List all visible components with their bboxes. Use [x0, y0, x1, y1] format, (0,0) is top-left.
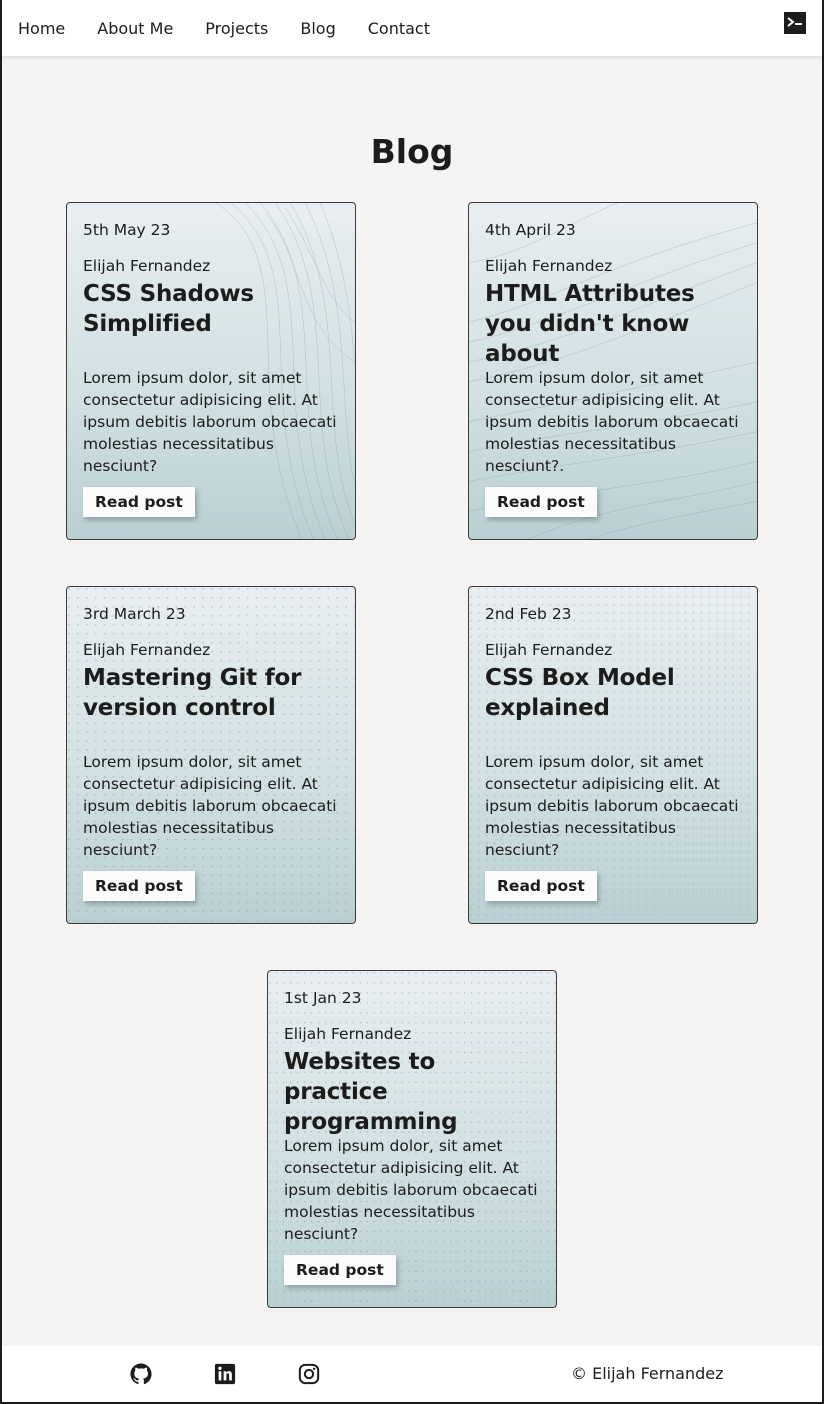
post-excerpt: Lorem ipsum dolor, sit amet consectetur … [284, 1137, 538, 1243]
read-post-button[interactable]: Read post [284, 1255, 396, 1285]
post-author: Elijah Fernandez [284, 1025, 412, 1043]
footer: © Elijah Fernandez [2, 1346, 822, 1402]
post-date: 2nd Feb 23 [485, 605, 572, 623]
linkedin-icon[interactable] [214, 1363, 236, 1385]
nav-contact-link[interactable]: Contact [368, 19, 430, 38]
nav-home-link[interactable]: Home [18, 19, 65, 38]
blog-card: 3rd March 23 Elijah Fernandez Mastering … [66, 586, 356, 924]
post-author: Elijah Fernandez [83, 641, 211, 659]
post-excerpt: Lorem ipsum dolor, sit amet consectetur … [485, 753, 739, 859]
post-excerpt: Lorem ipsum dolor, sit amet consectetur … [83, 753, 337, 859]
read-post-button[interactable]: Read post [83, 487, 195, 517]
post-title: Mastering Git for version control [83, 665, 302, 721]
nav-about-link[interactable]: About Me [97, 19, 173, 38]
nav-blog-link[interactable]: Blog [300, 19, 335, 38]
post-excerpt: Lorem ipsum dolor, sit amet consectetur … [485, 369, 739, 475]
read-post-button[interactable]: Read post [485, 487, 597, 517]
instagram-icon[interactable] [298, 1363, 320, 1385]
read-post-button[interactable]: Read post [83, 871, 195, 901]
page-title: Blog [370, 132, 454, 171]
post-author: Elijah Fernandez [485, 641, 613, 659]
copyright-text: © Elijah Fernandez [571, 1364, 724, 1383]
post-title: HTML Attributes you didn't know about [485, 281, 695, 367]
post-author: Elijah Fernandez [485, 257, 613, 275]
terminal-icon[interactable] [784, 12, 806, 34]
post-title: CSS Shadows Simplified [83, 281, 254, 337]
post-author: Elijah Fernandez [83, 257, 211, 275]
blog-card: 4th April 23 Elijah Fernandez HTML Attri… [468, 202, 758, 540]
read-post-button[interactable]: Read post [485, 871, 597, 901]
github-icon[interactable] [130, 1363, 152, 1385]
blog-card: 2nd Feb 23 Elijah Fernandez CSS Box Mode… [468, 586, 758, 924]
post-title: CSS Box Model explained [485, 665, 675, 721]
post-date: 1st Jan 23 [284, 989, 362, 1007]
nav-projects-link[interactable]: Projects [205, 19, 268, 38]
post-date: 5th May 23 [83, 221, 171, 239]
post-date: 4th April 23 [485, 221, 576, 239]
blog-card: 5th May 23 Elijah Fernandez CSS Shadows … [66, 202, 356, 540]
blog-card: 1st Jan 23 Elijah Fernandez Websites to … [267, 970, 557, 1308]
post-date: 3rd March 23 [83, 605, 186, 623]
top-navigation: Home About Me Projects Blog Contact [2, 0, 822, 56]
post-title: Websites to practice programming [284, 1049, 458, 1135]
post-excerpt: Lorem ipsum dolor, sit amet consectetur … [83, 369, 337, 475]
